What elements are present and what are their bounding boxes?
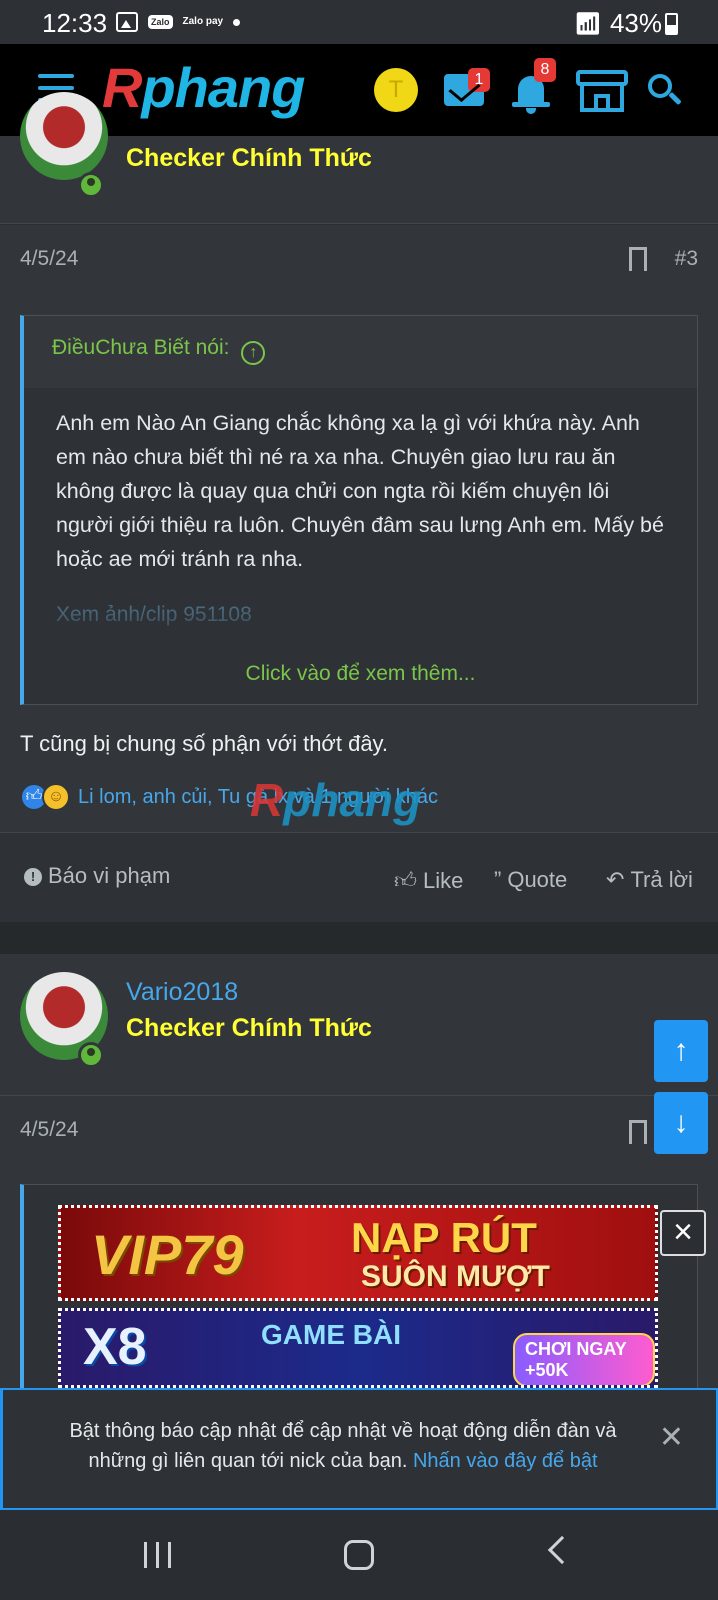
post-message: T cũng bị chung số phận với thớt đây. (20, 731, 389, 756)
quote-icon: ” (494, 867, 502, 892)
quote-button[interactable]: ” Quote (494, 867, 567, 893)
author-avatar[interactable] (20, 92, 108, 180)
post-number[interactable]: #3 (675, 247, 698, 271)
post-author-row: Checker Chính Thức (0, 92, 718, 224)
zalopay-icon: Zalo pay (182, 16, 224, 27)
quote-block: ĐiềuChưa Biết nói: ↑ Anh em Nào An Giang… (20, 315, 698, 705)
ad-brand: VIP79 (91, 1223, 244, 1286)
logo-letter: R (102, 56, 142, 119)
system-nav-bar (0, 1510, 718, 1600)
author-title: Checker Chính Thức (126, 144, 372, 172)
alert-icon: ! (24, 868, 42, 886)
ad-headline: NẠP RÚT (351, 1214, 537, 1261)
like-label: Like (423, 868, 464, 893)
report-button[interactable]: ! Báo vi phạm (24, 863, 170, 889)
bookmark-icon[interactable] (629, 1120, 647, 1152)
quote-author: ĐiềuChưa Biết nói: (52, 336, 230, 359)
post-date[interactable]: 4/5/24 (20, 247, 78, 271)
quote-text: Anh em Nào An Giang chắc không xa lạ gì … (56, 411, 664, 571)
post-actions: ! Báo vi phạm 👍︎ Like ” Quote ↶ Trả lời (0, 832, 718, 922)
wifi-icon: 📶︎ (574, 10, 602, 36)
status-notification-icons: Zalo Zalo pay (116, 12, 241, 32)
quote-header[interactable]: ĐiềuChưa Biết nói: ↑ (24, 316, 697, 388)
close-icon[interactable]: ✕ (659, 1420, 684, 1455)
reply-icon: ↶ (606, 867, 625, 892)
author-title: Checker Chính Thức (126, 1014, 372, 1042)
reply-label: Trả lời (630, 867, 693, 892)
quote-label: Quote (507, 867, 568, 892)
push-notice-text: Bật thông báo cập nhật để cập nhật về ho… (43, 1416, 643, 1476)
ad-banner-x8[interactable]: X8 GAME BÀI CHƠI NGAY +50K (58, 1308, 658, 1388)
scroll-top-button[interactable]: ↑ (654, 1020, 708, 1082)
bell-icon[interactable]: 8 (512, 58, 556, 114)
expand-quote-link[interactable]: Click vào để xem thêm... (24, 608, 697, 704)
zalo-icon: Zalo (148, 15, 173, 29)
gallery-icon (116, 12, 138, 32)
post-separator (0, 922, 718, 954)
status-time: 12:33 (42, 8, 108, 38)
go-to-quote-icon[interactable]: ↑ (241, 341, 266, 365)
reply-button[interactable]: ↶ Trả lời (606, 867, 693, 893)
close-ad-button[interactable]: × (660, 1210, 706, 1256)
site-logo[interactable]: Rphang (102, 56, 305, 120)
ad-banner-vip79[interactable]: VIP79 NẠP RÚT SUÔN MƯỢT (58, 1205, 658, 1301)
online-status-icon (78, 172, 104, 198)
online-status-icon (78, 1042, 104, 1068)
search-icon[interactable] (648, 74, 682, 108)
author-username[interactable]: Vario2018 (126, 978, 238, 1007)
recents-button[interactable] (144, 1542, 172, 1568)
like-button[interactable]: 👍︎ Like (394, 867, 463, 894)
back-button[interactable] (547, 1535, 577, 1565)
status-bar: 12:33 Zalo Zalo pay 📶︎ 43% (0, 0, 718, 44)
watermark-logo: Rphang (250, 774, 422, 826)
thumbs-up-icon: 👍︎ (394, 868, 417, 893)
ad-brand: X8 (83, 1318, 147, 1376)
post-date[interactable]: 4/5/24 (20, 1118, 78, 1142)
more-notifications-dot (233, 18, 241, 26)
store-icon[interactable] (576, 70, 628, 114)
report-label: Báo vi phạm (48, 863, 171, 888)
app-header: Rphang T 1 8 (0, 44, 718, 136)
post-author-row: Vario2018 Checker Chính Thức (0, 954, 718, 1096)
scroll-bottom-button[interactable]: ↓ (654, 1092, 708, 1154)
home-button[interactable] (344, 1540, 374, 1570)
haha-reaction-icon: ☺ (42, 783, 70, 811)
inbox-badge: 1 (468, 68, 490, 92)
ad-subline: SUÔN MƯỢT (361, 1260, 550, 1293)
bookmark-icon[interactable] (629, 247, 647, 279)
battery-icon (665, 13, 678, 35)
battery-percent: 43% (609, 8, 662, 38)
inbox-icon[interactable]: 1 (444, 68, 490, 106)
logo-word: phang (141, 56, 305, 119)
ad-headline: GAME BÀI (261, 1319, 401, 1350)
alerts-badge: 8 (534, 58, 556, 82)
push-notice-banner: Bật thông báo cập nhật để cập nhật về ho… (0, 1388, 718, 1510)
status-right: 📶︎ 43% (574, 8, 662, 39)
post-body: 4/5/24 #3 ĐiềuChưa Biết nói: ↑ Anh em Nà… (0, 225, 718, 832)
enable-notifications-link[interactable]: Nhấn vào đây để bật (413, 1450, 598, 1472)
ad-cta: CHƠI NGAY +50K (513, 1333, 655, 1385)
account-avatar[interactable]: T (374, 68, 418, 112)
